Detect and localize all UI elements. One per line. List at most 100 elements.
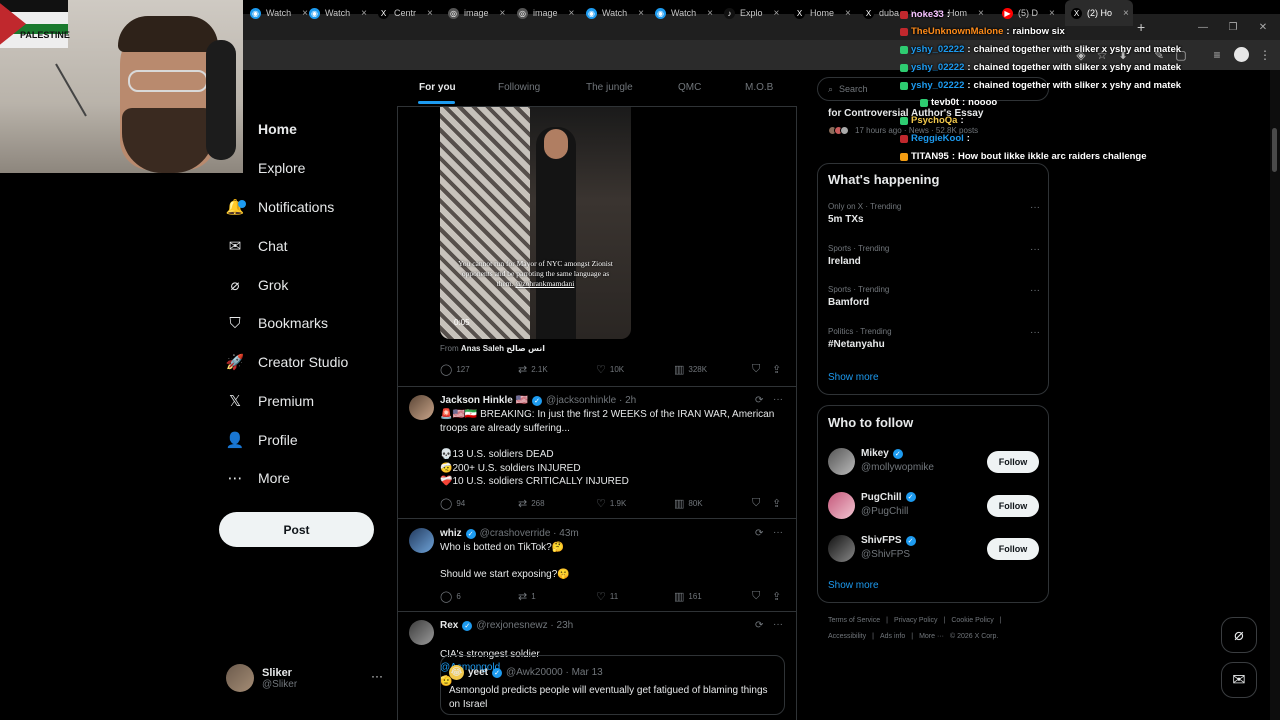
more-dots-icon[interactable]: ··· bbox=[371, 669, 383, 683]
tab-close-icon[interactable]: × bbox=[845, 8, 851, 19]
tab-close-icon[interactable]: × bbox=[978, 8, 984, 19]
footer-link[interactable]: Cookie Policy bbox=[951, 617, 993, 624]
bookmark-button[interactable]: ⛉ bbox=[752, 363, 760, 376]
maximize-icon[interactable]: ❐ bbox=[1226, 14, 1240, 40]
follow-button[interactable]: Follow bbox=[987, 494, 1039, 517]
trend-item[interactable]: Sports · Trending Bamford ··· bbox=[828, 285, 1040, 308]
tab-close-icon[interactable]: × bbox=[1123, 8, 1129, 19]
video-source-name[interactable]: Anas Saleh انس صالح bbox=[461, 344, 545, 353]
views-button[interactable]: ▥ 328K bbox=[674, 363, 707, 376]
tab-close-icon[interactable]: × bbox=[361, 8, 367, 19]
avatar[interactable] bbox=[409, 620, 434, 645]
account-switcher[interactable]: Sliker @Sliker ··· bbox=[226, 661, 386, 695]
browser-tab[interactable]: ♪ Explo × bbox=[718, 0, 786, 26]
tab-close-icon[interactable]: × bbox=[774, 8, 780, 19]
browser-tab[interactable]: ◎ image × bbox=[442, 0, 510, 26]
media-icon[interactable]: ≡ bbox=[1208, 46, 1226, 64]
video-player[interactable]: You cannot run for Mayor of NYC amongst … bbox=[440, 107, 631, 339]
follow-suggestion[interactable]: PugChill ✓ @PugChill Follow bbox=[828, 491, 1040, 522]
repost-button[interactable]: ⇄ 2.1K bbox=[518, 363, 548, 376]
footer-link[interactable]: Privacy Policy bbox=[894, 617, 938, 624]
follow-suggestion[interactable]: ShivFPS ✓ @ShivFPS Follow bbox=[828, 535, 1040, 565]
tweet-author-name[interactable]: Rex bbox=[440, 620, 458, 631]
browser-tab[interactable]: X (2) Ho × bbox=[1065, 0, 1133, 26]
like-button[interactable]: ♡ 10K bbox=[596, 363, 624, 376]
grok-icon[interactable]: ⟳ bbox=[755, 620, 763, 631]
nav-item-notifications[interactable]: 🔔 Notifications bbox=[226, 192, 335, 222]
quoted-tweet[interactable]: 😂 yeet ✓ @Awk20000 · Mar 13 Asmongold pr… bbox=[440, 655, 785, 715]
reply-button[interactable]: ◯ 94 bbox=[440, 497, 465, 510]
nav-item-more[interactable]: ⋯ More bbox=[226, 463, 290, 493]
repost-button[interactable]: ⇄ 268 bbox=[518, 497, 545, 510]
like-button[interactable]: ♡ 1.9K bbox=[596, 497, 626, 510]
share-button[interactable]: ⇪ bbox=[772, 590, 781, 603]
trend-item[interactable]: Sports · Trending Ireland ··· bbox=[828, 244, 1040, 267]
tab-following[interactable]: Following bbox=[498, 82, 540, 93]
browser-tab[interactable]: ◉ Watch × bbox=[303, 0, 371, 26]
post-button[interactable]: Post bbox=[219, 512, 374, 547]
footer-link[interactable]: © 2026 X Corp. bbox=[950, 633, 998, 640]
tab-for-you[interactable]: For you bbox=[419, 82, 456, 93]
tweet-author-name[interactable]: Jackson Hinkle 🇺🇸 bbox=[440, 395, 528, 406]
bookmark-button[interactable]: ⛉ bbox=[752, 590, 760, 603]
repost-button[interactable]: ⇄ 1 bbox=[518, 590, 536, 603]
share-button[interactable]: ⇪ bbox=[772, 497, 781, 510]
follow-suggestion[interactable]: Mikey ✓ @mollywopmike Follow bbox=[828, 448, 1040, 478]
more-dots-icon[interactable]: ··· bbox=[773, 527, 783, 538]
nav-item-bookmarks[interactable]: ⛉ Bookmarks bbox=[226, 308, 328, 338]
grok-icon[interactable]: ⟳ bbox=[755, 528, 763, 539]
tab-qmc[interactable]: QMC bbox=[678, 82, 701, 93]
new-tab-button[interactable]: + bbox=[1137, 14, 1151, 40]
tab-close-icon[interactable]: × bbox=[569, 8, 575, 19]
menu-icon[interactable]: ⋮ bbox=[1256, 46, 1274, 64]
nav-item-grok[interactable]: ⌀ Grok bbox=[226, 270, 288, 300]
footer-link[interactable]: Terms of Service bbox=[828, 617, 880, 624]
nav-item-premium[interactable]: 𝕏 Premium bbox=[226, 386, 314, 416]
browser-tab[interactable]: ◉ Watch × bbox=[649, 0, 717, 26]
footer-link[interactable]: More ··· bbox=[919, 633, 944, 640]
like-button[interactable]: ♡ 11 bbox=[596, 590, 618, 603]
tweet-author-handle[interactable]: @jacksonhinkle · 2h bbox=[546, 395, 636, 406]
avatar[interactable] bbox=[409, 528, 434, 553]
avatar[interactable] bbox=[409, 395, 434, 420]
close-window-icon[interactable]: ✕ bbox=[1256, 14, 1270, 40]
nav-item-creator-studio[interactable]: 🚀 Creator Studio bbox=[226, 347, 349, 377]
tweet-author-name[interactable]: whiz bbox=[440, 528, 462, 539]
share-button[interactable]: ⇪ bbox=[772, 363, 781, 376]
show-more-link[interactable]: Show more bbox=[828, 580, 879, 591]
trend-item[interactable]: Only on X · Trending 5m TXs ··· bbox=[828, 202, 1040, 225]
tab-close-icon[interactable]: × bbox=[500, 8, 506, 19]
tab-m-o-b[interactable]: M.O.B bbox=[745, 82, 773, 93]
browser-tab[interactable]: ▶ (5) D × bbox=[996, 0, 1064, 26]
browser-tab[interactable]: X Home × bbox=[788, 0, 856, 26]
reply-button[interactable]: ◯ 6 bbox=[440, 590, 461, 603]
tab-close-icon[interactable]: × bbox=[707, 8, 713, 19]
tweet-author-handle[interactable]: @rexjonesnewz · 23h bbox=[476, 620, 573, 631]
follow-button[interactable]: Follow bbox=[987, 538, 1039, 560]
more-dots-icon[interactable]: ··· bbox=[773, 394, 783, 405]
more-dots-icon[interactable]: ··· bbox=[1030, 327, 1040, 338]
tab-the-jungle[interactable]: The jungle bbox=[586, 82, 633, 93]
views-button[interactable]: ▥ 161 bbox=[674, 590, 702, 603]
follow-button[interactable]: Follow bbox=[987, 451, 1039, 473]
reply-button[interactable]: ◯ 127 bbox=[440, 363, 470, 376]
tweet-author-handle[interactable]: @crashoverride · 43m bbox=[480, 528, 579, 539]
more-dots-icon[interactable]: ··· bbox=[1030, 285, 1040, 296]
more-dots-icon[interactable]: ··· bbox=[1030, 202, 1040, 213]
show-more-link[interactable]: Show more bbox=[828, 372, 879, 383]
views-button[interactable]: ▥ 80K bbox=[674, 497, 703, 510]
browser-tab[interactable]: ◉ Watch × bbox=[244, 0, 312, 26]
bookmark-button[interactable]: ⛉ bbox=[752, 497, 760, 510]
scrollbar-thumb[interactable] bbox=[1272, 128, 1277, 172]
browser-tab[interactable]: ◎ image × bbox=[511, 0, 579, 26]
browser-tab[interactable]: ◉ Watch × bbox=[580, 0, 648, 26]
tab-close-icon[interactable]: × bbox=[427, 8, 433, 19]
messages-icon[interactable]: ✉ bbox=[1221, 662, 1257, 698]
grok-icon[interactable]: ⌀ bbox=[1221, 617, 1257, 653]
browser-tab[interactable]: X Centr × bbox=[372, 0, 440, 26]
nav-item-chat[interactable]: ✉ Chat bbox=[226, 231, 288, 261]
footer-link[interactable]: Accessibility bbox=[828, 633, 866, 640]
browser-profile-avatar[interactable] bbox=[1234, 47, 1249, 62]
grok-icon[interactable]: ⟳ bbox=[755, 395, 763, 406]
tab-close-icon[interactable]: × bbox=[638, 8, 644, 19]
